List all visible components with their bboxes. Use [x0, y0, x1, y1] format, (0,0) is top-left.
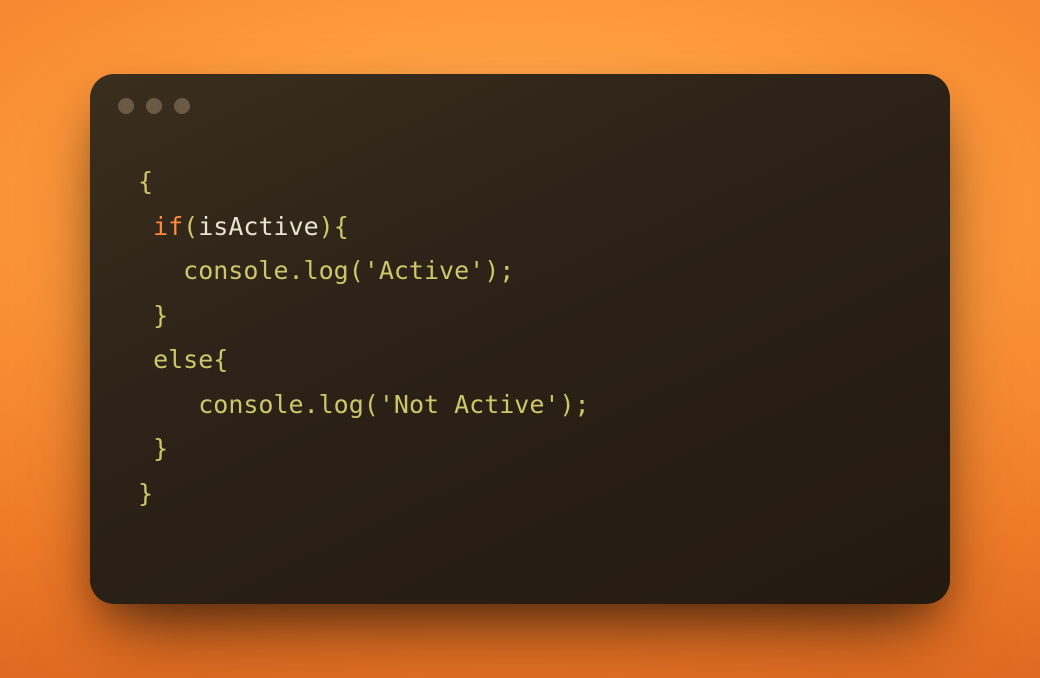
indent [138, 434, 153, 463]
brace-close: } [153, 434, 168, 463]
window-titlebar [90, 74, 950, 122]
code-body: { if(isActive){ console.log('Active'); }… [90, 122, 950, 536]
code-line: console.log('Active'); [138, 256, 514, 285]
keyword-else-brace: else{ [153, 345, 228, 374]
indent [138, 212, 153, 241]
code-line: { [138, 167, 153, 196]
call-console-log: console.log( [198, 390, 379, 419]
keyword-if: if [153, 212, 183, 241]
indent [138, 256, 183, 285]
code-line: } [138, 434, 168, 463]
brace-close: } [153, 301, 168, 330]
code-line: } [138, 479, 153, 508]
paren-open: ( [183, 212, 198, 241]
indent [138, 390, 198, 419]
code-line: else{ [138, 345, 228, 374]
call-console-log: console.log( [183, 256, 364, 285]
stmt-close: ); [559, 390, 589, 419]
code-line: if(isActive){ [138, 212, 349, 241]
stmt-close: ); [484, 256, 514, 285]
window-maximize-dot[interactable] [174, 98, 190, 114]
code-line: } [138, 301, 168, 330]
paren-close-brace: ){ [319, 212, 349, 241]
window-minimize-dot[interactable] [146, 98, 162, 114]
brace-close: } [138, 479, 153, 508]
code-line: console.log('Not Active'); [138, 390, 590, 419]
string-not-active: 'Not Active' [379, 390, 560, 419]
code-window: { if(isActive){ console.log('Active'); }… [90, 74, 950, 604]
indent [138, 345, 153, 374]
indent [138, 301, 153, 330]
brace-open: { [138, 167, 153, 196]
window-close-dot[interactable] [118, 98, 134, 114]
string-active: 'Active' [364, 256, 484, 285]
identifier-isActive: isActive [198, 212, 318, 241]
